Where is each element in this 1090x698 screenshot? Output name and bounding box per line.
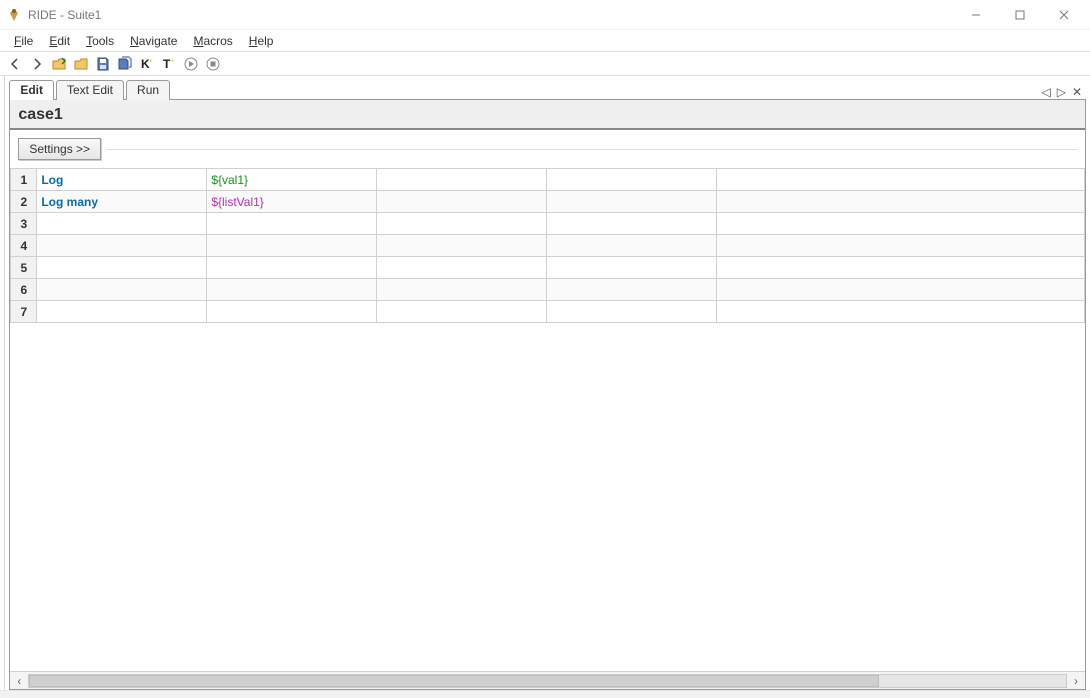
cell-empty[interactable] bbox=[377, 191, 547, 213]
cell-empty[interactable] bbox=[377, 213, 547, 235]
row-number[interactable]: 4 bbox=[11, 235, 37, 257]
open-test-suite-icon[interactable] bbox=[50, 55, 68, 73]
row-number[interactable]: 5 bbox=[11, 257, 37, 279]
cell-empty[interactable] bbox=[377, 257, 547, 279]
cell-empty[interactable] bbox=[377, 235, 547, 257]
table-row[interactable]: 1Log${val1} bbox=[11, 169, 1085, 191]
cell-empty[interactable] bbox=[547, 213, 717, 235]
tab-edit-label: Edit bbox=[20, 83, 43, 97]
horizontal-scrollbar[interactable]: ‹ › bbox=[10, 671, 1085, 689]
grid[interactable]: 1Log${val1}2Log many${listVal1}34567 ‹ › bbox=[10, 168, 1085, 689]
tab-next-icon[interactable]: ▷ bbox=[1057, 85, 1066, 99]
stop-icon[interactable] bbox=[204, 55, 222, 73]
row-number[interactable]: 7 bbox=[11, 301, 37, 323]
save-icon[interactable] bbox=[94, 55, 112, 73]
cell-keyword[interactable] bbox=[37, 301, 207, 323]
cell-empty[interactable] bbox=[717, 235, 1085, 257]
cell-keyword[interactable]: Log many bbox=[37, 191, 207, 213]
minimize-button[interactable] bbox=[954, 0, 998, 30]
tab-close-icon[interactable]: ✕ bbox=[1072, 85, 1082, 99]
row-number[interactable]: 6 bbox=[11, 279, 37, 301]
cell-empty[interactable] bbox=[547, 191, 717, 213]
cell-empty[interactable] bbox=[547, 301, 717, 323]
row-number[interactable]: 3 bbox=[11, 213, 37, 235]
case-title: case1 bbox=[18, 106, 1077, 124]
maximize-button[interactable] bbox=[998, 0, 1042, 30]
open-folder-icon[interactable] bbox=[72, 55, 90, 73]
new-testcase-icon[interactable]: T bbox=[160, 55, 178, 73]
cell-arg1[interactable] bbox=[207, 301, 377, 323]
app-icon bbox=[6, 7, 22, 23]
toolbar: K T bbox=[0, 52, 1090, 76]
status-bar bbox=[0, 690, 1090, 698]
tab-run-label: Run bbox=[137, 83, 159, 97]
svg-text:K: K bbox=[141, 57, 150, 71]
back-icon[interactable] bbox=[6, 55, 24, 73]
tab-run[interactable]: Run bbox=[126, 80, 170, 100]
row-number[interactable]: 2 bbox=[11, 191, 37, 213]
divider bbox=[107, 149, 1077, 150]
menu-macros[interactable]: Macros bbox=[185, 32, 240, 50]
table-row[interactable]: 2Log many${listVal1} bbox=[11, 191, 1085, 213]
new-keyword-icon[interactable]: K bbox=[138, 55, 156, 73]
editor-panel: Edit Text Edit Run ◁ ▷ ✕ case1 Settings … bbox=[5, 76, 1090, 690]
titlebar: RIDE - Suite1 bbox=[0, 0, 1090, 30]
menu-file[interactable]: File bbox=[6, 32, 41, 50]
table-row[interactable]: 6 bbox=[11, 279, 1085, 301]
close-button[interactable] bbox=[1042, 0, 1086, 30]
cell-keyword[interactable] bbox=[37, 213, 207, 235]
cell-empty[interactable] bbox=[717, 257, 1085, 279]
cell-empty[interactable] bbox=[717, 191, 1085, 213]
cell-arg1[interactable]: ${val1} bbox=[207, 169, 377, 191]
tab-prev-icon[interactable]: ◁ bbox=[1041, 85, 1050, 99]
cell-empty[interactable] bbox=[717, 301, 1085, 323]
cell-empty[interactable] bbox=[547, 279, 717, 301]
scroll-left-icon[interactable]: ‹ bbox=[10, 674, 28, 688]
cell-empty[interactable] bbox=[377, 279, 547, 301]
cell-empty[interactable] bbox=[717, 169, 1085, 191]
cell-arg1[interactable] bbox=[207, 257, 377, 279]
cell-arg1[interactable] bbox=[207, 213, 377, 235]
settings-button-label: Settings >> bbox=[29, 142, 90, 156]
menu-tools[interactable]: Tools bbox=[78, 32, 122, 50]
window-title: RIDE - Suite1 bbox=[28, 8, 101, 22]
cell-empty[interactable] bbox=[547, 169, 717, 191]
cell-empty[interactable] bbox=[717, 279, 1085, 301]
cell-arg1[interactable] bbox=[207, 279, 377, 301]
tabs: Edit Text Edit Run ◁ ▷ ✕ bbox=[9, 80, 1086, 100]
menubar: File Edit Tools Navigate Macros Help bbox=[0, 30, 1090, 52]
table-row[interactable]: 4 bbox=[11, 235, 1085, 257]
cell-empty[interactable] bbox=[377, 301, 547, 323]
menu-help[interactable]: Help bbox=[241, 32, 282, 50]
editor-header: case1 bbox=[10, 100, 1085, 130]
cell-empty[interactable] bbox=[717, 213, 1085, 235]
cell-keyword[interactable]: Log bbox=[37, 169, 207, 191]
cell-keyword[interactable] bbox=[37, 235, 207, 257]
table-row[interactable]: 7 bbox=[11, 301, 1085, 323]
cell-arg1[interactable]: ${listVal1} bbox=[207, 191, 377, 213]
scroll-right-icon[interactable]: › bbox=[1067, 674, 1085, 688]
cell-empty[interactable] bbox=[547, 235, 717, 257]
cell-keyword[interactable] bbox=[37, 257, 207, 279]
table-row[interactable]: 5 bbox=[11, 257, 1085, 279]
svg-text:T: T bbox=[163, 57, 171, 71]
cell-empty[interactable] bbox=[547, 257, 717, 279]
menu-navigate[interactable]: Navigate bbox=[122, 32, 185, 50]
row-number[interactable]: 1 bbox=[11, 169, 37, 191]
tab-textedit[interactable]: Text Edit bbox=[56, 80, 124, 100]
tab-textedit-label: Text Edit bbox=[67, 83, 113, 97]
cell-arg1[interactable] bbox=[207, 235, 377, 257]
tab-edit[interactable]: Edit bbox=[9, 80, 54, 100]
settings-button[interactable]: Settings >> bbox=[18, 138, 101, 160]
table-row[interactable]: 3 bbox=[11, 213, 1085, 235]
cell-keyword[interactable] bbox=[37, 279, 207, 301]
menu-edit[interactable]: Edit bbox=[41, 32, 78, 50]
run-icon[interactable] bbox=[182, 55, 200, 73]
forward-icon[interactable] bbox=[28, 55, 46, 73]
save-all-icon[interactable] bbox=[116, 55, 134, 73]
cell-empty[interactable] bbox=[377, 169, 547, 191]
